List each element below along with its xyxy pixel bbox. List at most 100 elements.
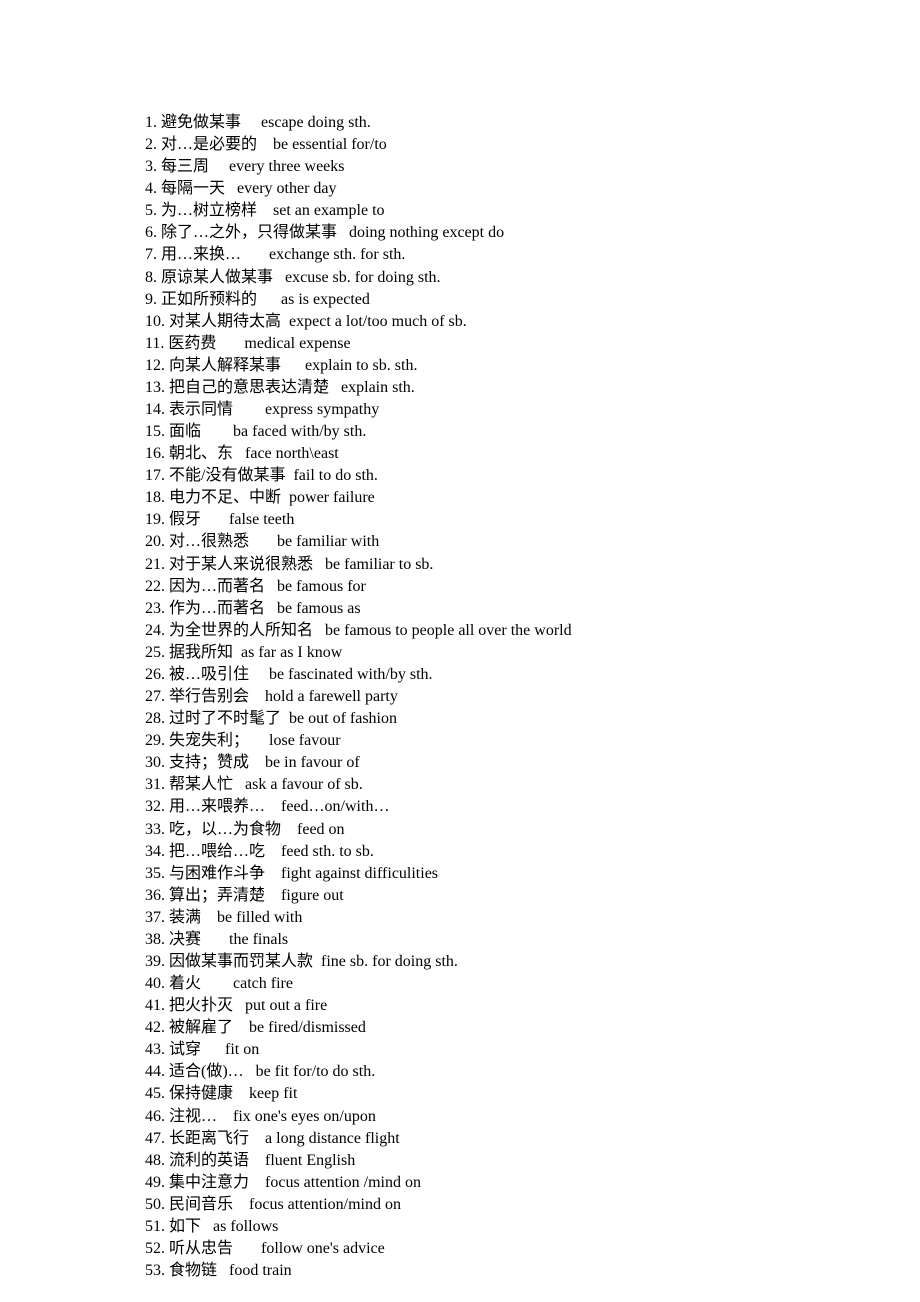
- entry-english: lose favour: [269, 732, 341, 749]
- entry-chinese: 过时了不时髦了: [169, 710, 281, 727]
- vocab-entry: 13. 把自己的意思表达清楚 explain sth.: [145, 377, 920, 399]
- entry-chinese: 注视…: [169, 1108, 217, 1125]
- entry-gap: [233, 644, 241, 661]
- entry-english: fluent English: [265, 1152, 355, 1169]
- vocab-entry: 21. 对于某人来说很熟悉 be familiar to sb.: [145, 554, 920, 576]
- entry-english: feed sth. to sb.: [281, 843, 374, 860]
- entry-gap: [233, 1085, 249, 1102]
- vocab-entry: 7. 用…来换… exchange sth. for sth.: [145, 244, 920, 266]
- entry-gap: [249, 1130, 265, 1147]
- entry-chinese: 失宠失利；: [169, 732, 249, 749]
- entry-number: 37.: [145, 909, 165, 926]
- entry-chinese: 流利的英语: [169, 1152, 249, 1169]
- entry-chinese: 保持健康: [169, 1085, 233, 1102]
- entry-chinese: 装满: [169, 909, 201, 926]
- entry-gap: [201, 511, 229, 528]
- entry-english: be famous to people all over the world: [325, 622, 572, 639]
- entry-english: figure out: [281, 887, 344, 904]
- vocab-entry: 29. 失宠失利； lose favour: [145, 730, 920, 752]
- vocab-entry: 35. 与困难作斗争 fight against difficulities: [145, 863, 920, 885]
- vocab-entry: 22. 因为…而著名 be famous for: [145, 576, 920, 598]
- entry-gap: [281, 489, 289, 506]
- entry-number: 42.: [145, 1019, 165, 1036]
- entry-chinese: 假牙: [169, 511, 201, 528]
- entry-gap: [233, 997, 245, 1014]
- vocab-entry: 28. 过时了不时髦了 be out of fashion: [145, 708, 920, 730]
- vocab-entry: 9. 正如所预料的 as is expected: [145, 289, 920, 311]
- entry-chinese: 举行告别会: [169, 688, 249, 705]
- entry-number: 15.: [145, 423, 165, 440]
- vocab-entry: 27. 举行告别会 hold a farewell party: [145, 686, 920, 708]
- entry-gap: [201, 423, 233, 440]
- vocab-entry: 26. 被…吸引住 be fascinated with/by sth.: [145, 664, 920, 686]
- entry-english: as follows: [213, 1218, 278, 1235]
- entry-number: 13.: [145, 379, 165, 396]
- entry-number: 14.: [145, 401, 165, 418]
- entry-english: be out of fashion: [289, 710, 397, 727]
- entry-number: 31.: [145, 776, 165, 793]
- entry-gap: [249, 688, 265, 705]
- entry-english: express sympathy: [265, 401, 379, 418]
- entry-english: be familiar to sb.: [325, 556, 433, 573]
- entry-chinese: 医药费: [168, 335, 216, 352]
- entry-english: fail to do sth.: [293, 467, 377, 484]
- entry-gap: [216, 335, 244, 352]
- entry-number: 10.: [145, 313, 165, 330]
- entry-gap: [241, 114, 261, 131]
- vocab-entry: 45. 保持健康 keep fit: [145, 1083, 920, 1105]
- entry-chinese: 因做某事而罚某人款: [169, 953, 313, 970]
- entry-chinese: 集中注意力: [169, 1174, 249, 1191]
- entry-chinese: 表示同情: [169, 401, 233, 418]
- vocab-entry: 40. 着火 catch fire: [145, 973, 920, 995]
- document-page: 1. 避免做某事 escape doing sth.2. 对…是必要的 be e…: [0, 0, 920, 1282]
- entry-english: be familiar with: [277, 533, 379, 550]
- vocab-entry: 12. 向某人解释某事 explain to sb. sth.: [145, 355, 920, 377]
- vocab-entry: 25. 据我所知 as far as I know: [145, 642, 920, 664]
- entry-number: 48.: [145, 1152, 165, 1169]
- entry-english: feed…on/with…: [281, 798, 389, 815]
- entry-chinese: 避免做某事: [161, 114, 241, 131]
- vocab-entry: 33. 吃，以…为食物 feed on: [145, 819, 920, 841]
- entry-english: follow one's advice: [261, 1240, 385, 1257]
- vocab-entry: 10. 对某人期待太高 expect a lot/too much of sb.: [145, 311, 920, 333]
- entry-gap: [313, 622, 325, 639]
- entry-chinese: 着火: [169, 975, 201, 992]
- entry-english: as is expected: [281, 291, 370, 308]
- entry-number: 50.: [145, 1196, 165, 1213]
- entry-english: fight against difficulities: [281, 865, 438, 882]
- vocab-entry: 4. 每隔一天 every other day: [145, 178, 920, 200]
- entry-english: escape doing sth.: [261, 114, 371, 131]
- entry-chinese: 与困难作斗争: [169, 865, 265, 882]
- vocab-entry: 36. 算出；弄清楚 figure out: [145, 885, 920, 907]
- entry-chinese: 被…吸引住: [169, 666, 249, 683]
- entry-gap: [225, 180, 237, 197]
- entry-gap: [281, 710, 289, 727]
- entry-english: false teeth: [229, 511, 294, 528]
- vocab-entry: 19. 假牙 false teeth: [145, 509, 920, 531]
- entry-gap: [201, 1041, 225, 1058]
- vocab-entry: 49. 集中注意力 focus attention /mind on: [145, 1172, 920, 1194]
- entry-gap: [265, 798, 281, 815]
- entry-chinese: 支持；赞成: [169, 754, 249, 771]
- vocab-entry: 5. 为…树立榜样 set an example to: [145, 200, 920, 222]
- vocab-entry: 2. 对…是必要的 be essential for/to: [145, 134, 920, 156]
- entry-gap: [249, 533, 277, 550]
- entry-english: expect a lot/too much of sb.: [289, 313, 467, 330]
- entry-number: 17.: [145, 467, 165, 484]
- entry-english: fine sb. for doing sth.: [321, 953, 458, 970]
- vocab-entry: 32. 用…来喂养… feed…on/with…: [145, 796, 920, 818]
- entry-gap: [249, 1174, 265, 1191]
- entry-gap: [281, 357, 305, 374]
- entry-number: 26.: [145, 666, 165, 683]
- entry-number: 34.: [145, 843, 165, 860]
- entry-number: 25.: [145, 644, 165, 661]
- entry-gap: [257, 136, 273, 153]
- entry-chinese: 除了…之外，只得做某事: [161, 224, 337, 241]
- entry-chinese: 吃，以…为食物: [169, 821, 281, 838]
- entry-number: 52.: [145, 1240, 165, 1257]
- entry-gap: [201, 931, 229, 948]
- entry-english: be famous as: [277, 600, 361, 617]
- entry-chinese: 朝北、东: [169, 445, 233, 462]
- entry-gap: [233, 1019, 249, 1036]
- entry-number: 41.: [145, 997, 165, 1014]
